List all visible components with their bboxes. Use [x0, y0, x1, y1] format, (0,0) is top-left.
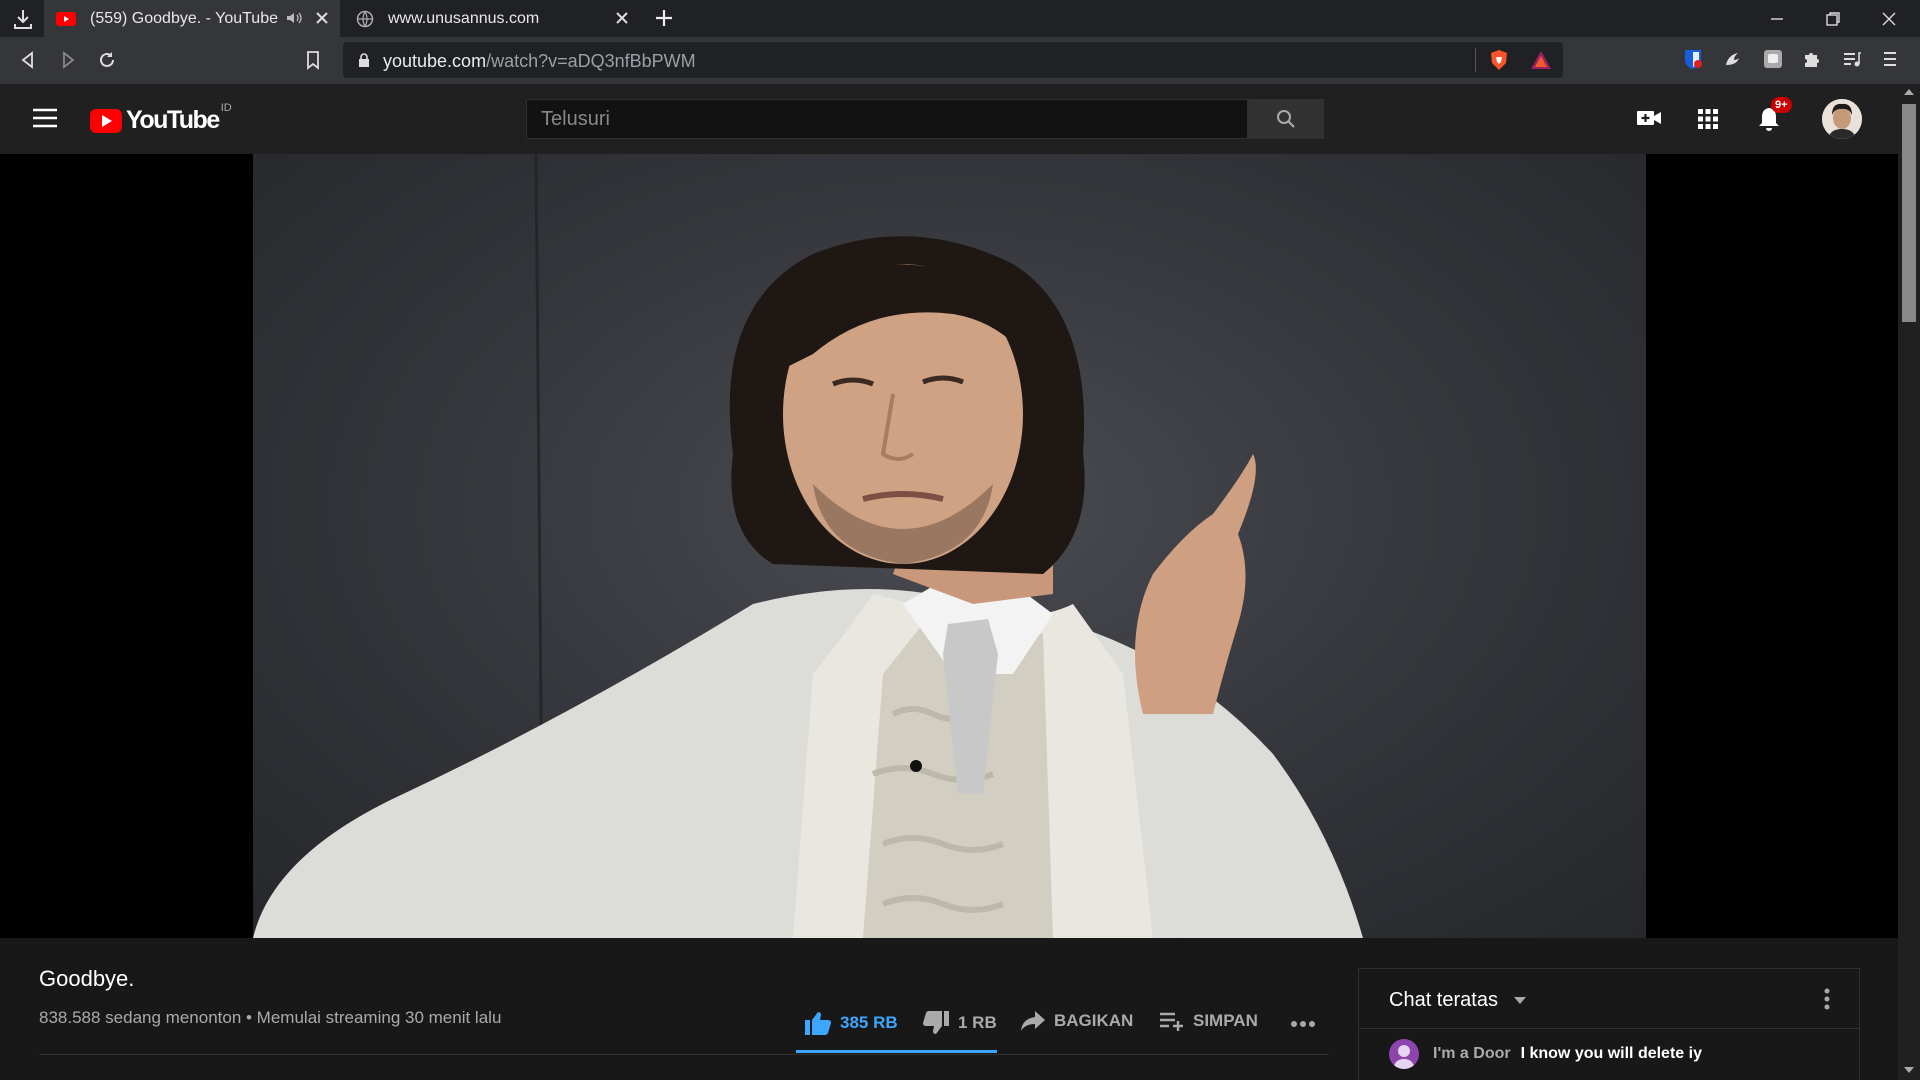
share-button[interactable]: BAGIKAN — [1020, 1010, 1133, 1032]
youtube-favicon-icon — [56, 11, 76, 26]
youtube-logo[interactable]: YouTube ID — [90, 102, 232, 135]
notification-count-badge: 9+ — [1771, 97, 1792, 113]
create-video-icon[interactable] — [1636, 107, 1662, 129]
chat-header: Chat teratas — [1359, 969, 1859, 1029]
close-window-icon[interactable] — [1880, 10, 1898, 28]
youtube-play-logo-icon — [90, 108, 122, 133]
like-count: 385 RB — [840, 1013, 898, 1032]
view-count-and-date: 838.588 sedang menonton • Memulai stream… — [39, 1008, 502, 1027]
search-button[interactable] — [1248, 99, 1324, 139]
close-tab-icon[interactable] — [314, 10, 330, 26]
logo-wordmark: YouTube — [126, 106, 220, 134]
playlist-add-icon — [1159, 1010, 1185, 1032]
thumbs-up-icon — [804, 1010, 832, 1036]
tab-title: (559) Goodbye. - YouTube — [90, 9, 278, 27]
back-icon[interactable] — [18, 50, 38, 70]
video-title: Goodbye. — [39, 966, 135, 991]
video-player[interactable] — [253, 154, 1646, 938]
page-scrollbar[interactable] — [1898, 84, 1920, 1080]
apps-grid-icon[interactable] — [1697, 108, 1719, 130]
like-button[interactable]: 385 RB — [804, 1010, 898, 1036]
forward-icon[interactable] — [58, 50, 78, 70]
like-ratio-bar — [796, 1050, 997, 1053]
extensions-puzzle-icon[interactable] — [1802, 49, 1822, 69]
restore-icon[interactable] — [1824, 10, 1842, 28]
tab-youtube[interactable]: (559) Goodbye. - YouTube — [44, 0, 340, 37]
speaker-icon[interactable] — [286, 11, 302, 25]
browser-menu-icon[interactable] — [1882, 49, 1898, 69]
region-code: ID — [220, 102, 232, 114]
save-label: SIMPAN — [1193, 1011, 1258, 1030]
search-box — [526, 99, 1324, 139]
search-icon — [1276, 109, 1296, 129]
chat-mode-label: Chat teratas — [1389, 989, 1498, 1011]
download-icon[interactable] — [12, 8, 34, 30]
chat-author-avatar — [1389, 1039, 1419, 1069]
brave-rewards-icon[interactable] — [1530, 50, 1552, 70]
brave-shields-icon[interactable] — [1489, 49, 1509, 71]
address-bar[interactable]: youtube.com/watch?v=aDQ3nfBbPWM — [343, 42, 1563, 78]
share-arrow-icon — [1020, 1010, 1046, 1032]
share-label: BAGIKAN — [1054, 1011, 1134, 1030]
dislike-count: 1 RB — [958, 1013, 997, 1032]
hamburger-menu-icon[interactable] — [32, 107, 58, 129]
chat-message-text: I know you will delete iy — [1520, 1045, 1702, 1062]
scroll-up-arrow-icon[interactable] — [1904, 88, 1914, 96]
close-tab-icon[interactable] — [614, 10, 630, 26]
url-text[interactable]: youtube.com/watch?v=aDQ3nfBbPWM — [383, 51, 696, 72]
browser-tab-bar: (559) Goodbye. - YouTube www.unusannus.c… — [0, 0, 1920, 37]
tab-unusannus[interactable]: www.unusannus.com — [344, 0, 640, 37]
lock-icon[interactable] — [357, 52, 371, 68]
browser-toolbar: youtube.com/watch?v=aDQ3nfBbPWM — [0, 37, 1920, 84]
minimize-icon[interactable] — [1768, 10, 1786, 28]
youtube-header: YouTube ID 9+ — [0, 84, 1898, 154]
chat-more-icon[interactable] — [1823, 987, 1831, 1011]
more-actions-icon[interactable] — [1290, 1020, 1316, 1028]
globe-icon — [356, 10, 374, 28]
avatar[interactable] — [1822, 99, 1862, 139]
chat-message[interactable]: I'm a Door I know you will delete iy — [1389, 1039, 1702, 1069]
live-chat-panel: Chat teratas I'm a Door I know you will … — [1358, 968, 1860, 1080]
save-button[interactable]: SIMPAN — [1159, 1010, 1258, 1032]
media-playlist-icon[interactable] — [1842, 49, 1862, 69]
omnibox-divider — [1475, 48, 1476, 72]
scrollbar-thumb[interactable] — [1902, 104, 1916, 322]
thumbs-down-icon — [922, 1010, 950, 1036]
chat-author-name: I'm a Door — [1433, 1045, 1511, 1062]
info-divider — [39, 1054, 1329, 1055]
bookmark-icon[interactable] — [304, 50, 322, 70]
dropdown-arrow-icon — [1513, 996, 1526, 1005]
tab-title: www.unusannus.com — [388, 9, 540, 27]
extension-square-icon[interactable] — [1762, 48, 1784, 70]
extension-bird-icon[interactable] — [1722, 49, 1742, 69]
search-input[interactable] — [526, 99, 1248, 139]
video-frame-person — [253, 154, 1363, 938]
chat-mode-dropdown[interactable]: Chat teratas — [1389, 989, 1526, 1012]
reload-icon[interactable] — [97, 50, 117, 70]
bitwarden-icon[interactable] — [1683, 48, 1703, 70]
new-tab-icon[interactable] — [654, 8, 674, 28]
scroll-down-arrow-icon[interactable] — [1904, 1066, 1914, 1074]
dislike-button[interactable]: 1 RB — [922, 1010, 997, 1036]
